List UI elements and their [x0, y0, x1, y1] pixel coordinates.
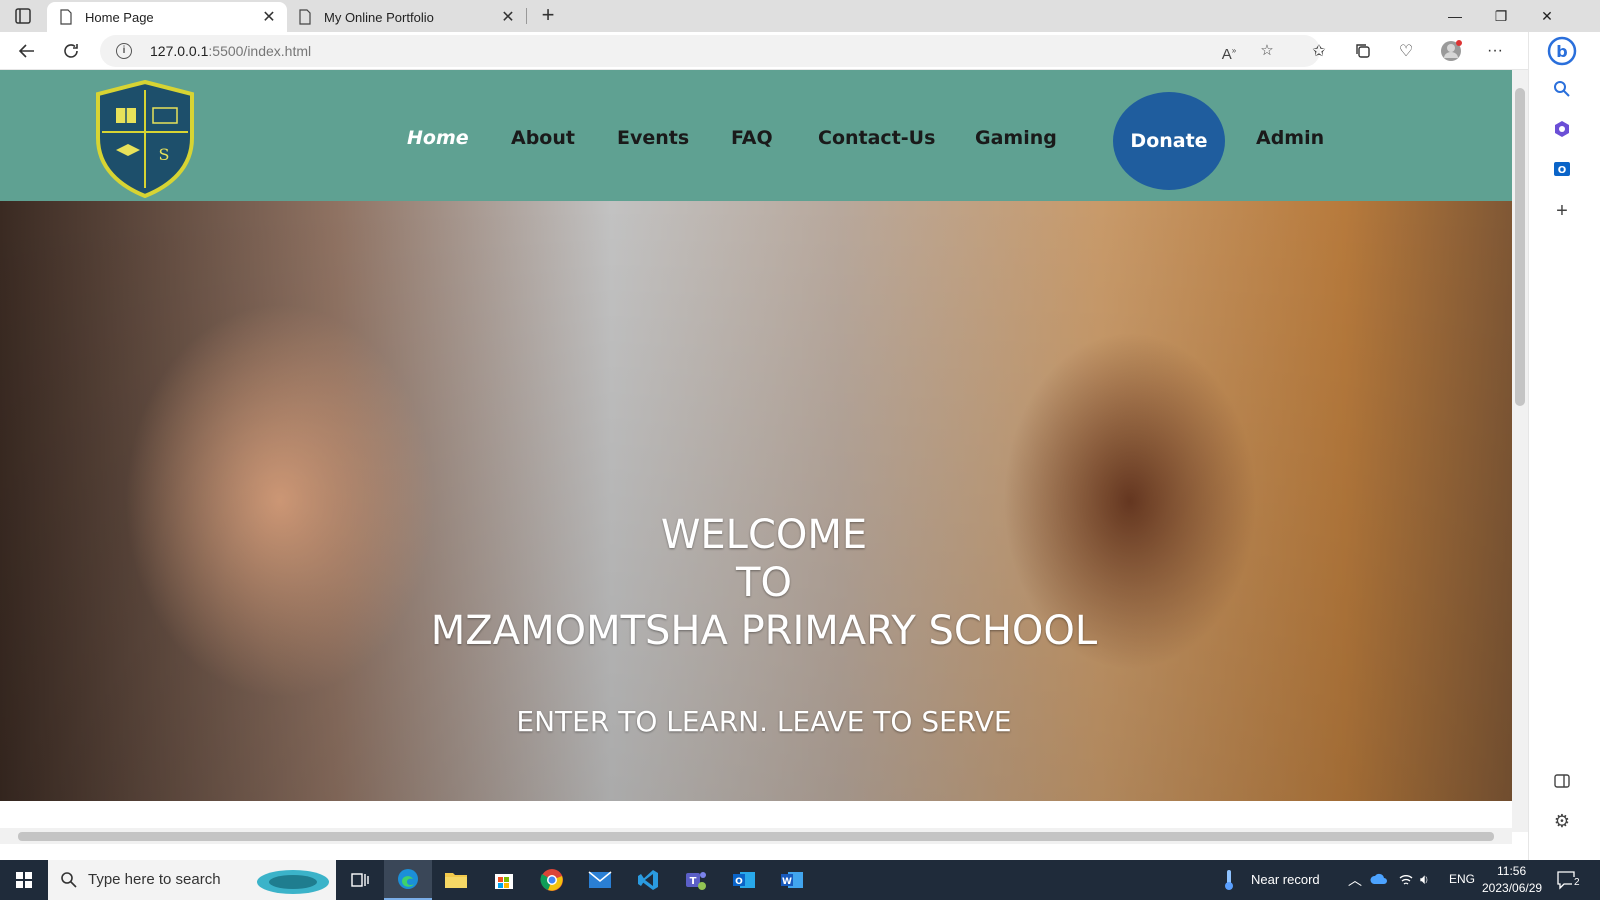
- bing-chat-icon[interactable]: b: [1547, 36, 1577, 66]
- tab-home-page[interactable]: Home Page ✕: [47, 2, 287, 32]
- outlook-taskbar-icon[interactable]: O: [720, 860, 768, 900]
- donate-button[interactable]: Donate: [1113, 92, 1225, 190]
- vertical-scrollbar[interactable]: [1512, 70, 1528, 832]
- chrome-icon[interactable]: [528, 860, 576, 900]
- browser-sidebar: b O + ⚙: [1528, 32, 1600, 860]
- microsoft-store-icon[interactable]: [480, 860, 528, 900]
- favorites-icon[interactable]: ✩: [1306, 38, 1332, 64]
- teams-icon[interactable]: T: [672, 860, 720, 900]
- browser-tab-bar: Home Page ✕ My Online Portfolio ✕ + — ❐ …: [0, 0, 1600, 32]
- nav-faq[interactable]: FAQ: [731, 127, 773, 149]
- office-icon[interactable]: [1547, 114, 1577, 144]
- mail-icon[interactable]: [576, 860, 624, 900]
- nav-contact-us[interactable]: Contact-Us: [818, 127, 935, 149]
- tab-my-online-portfolio[interactable]: My Online Portfolio ✕: [286, 2, 526, 32]
- collections-icon[interactable]: [1350, 38, 1376, 64]
- search-icon: [61, 872, 77, 888]
- add-sidebar-app-icon[interactable]: +: [1547, 196, 1577, 226]
- svg-text:W: W: [782, 877, 792, 887]
- page-icon: [60, 9, 72, 25]
- school-crest-logo[interactable]: S: [92, 80, 198, 198]
- more-options-icon[interactable]: ···: [1482, 38, 1508, 64]
- hero-tagline: ENTER TO LEARN. LEAVE TO SERVE: [516, 705, 1012, 738]
- sidebar-settings-gear-icon[interactable]: ⚙: [1547, 806, 1577, 836]
- word-icon[interactable]: W: [768, 860, 816, 900]
- tab-title: Home Page: [85, 9, 154, 25]
- hide-sidebar-icon[interactable]: [1547, 766, 1577, 796]
- page-icon: [299, 9, 311, 25]
- svg-text:O: O: [1558, 165, 1567, 176]
- taskbar-search-box[interactable]: Type here to search: [48, 860, 336, 900]
- clock-date[interactable]: 2023/06/29: [1482, 881, 1542, 895]
- notification-count-badge: 2: [1572, 877, 1582, 888]
- url-text[interactable]: 127.0.0.1:5500/index.html: [150, 43, 311, 59]
- network-wifi-icon[interactable]: [1398, 872, 1414, 888]
- hero-banner: WELCOME TO MZAMOMTSHA PRIMARY SCHOOL ENT…: [0, 201, 1528, 801]
- refresh-icon[interactable]: [58, 38, 84, 64]
- page-viewport: S Home About Events FAQ Contact-Us Gamin…: [0, 70, 1528, 844]
- search-icon[interactable]: [1547, 74, 1577, 104]
- edge-taskbar-icon[interactable]: [384, 860, 432, 900]
- windows-taskbar: Type here to search T O W Near record ︿ …: [0, 860, 1600, 900]
- svg-text:S: S: [159, 145, 170, 164]
- volume-icon[interactable]: 🔉︎: [1420, 871, 1429, 888]
- taskbar-search-placeholder: Type here to search: [88, 871, 221, 888]
- svg-text:O: O: [735, 877, 743, 887]
- horizontal-scroll-thumb[interactable]: [18, 832, 1494, 841]
- nav-about[interactable]: About: [511, 127, 575, 149]
- onedrive-icon[interactable]: [1370, 873, 1388, 885]
- clock-time[interactable]: 11:56: [1497, 864, 1526, 878]
- tab-divider: [526, 8, 527, 24]
- browser-toolbar: i 127.0.0.1:5500/index.html A» ☆ ✩ ♡ ···: [0, 32, 1600, 70]
- temperature-icon[interactable]: [1222, 868, 1236, 892]
- weather-status[interactable]: Near record: [1251, 872, 1320, 887]
- minimize-icon[interactable]: —: [1432, 0, 1478, 32]
- hero-line-welcome: WELCOME: [660, 512, 868, 558]
- site-header: S Home About Events FAQ Contact-Us Gamin…: [0, 70, 1528, 201]
- back-icon[interactable]: [14, 38, 40, 64]
- svg-text:T: T: [690, 876, 697, 887]
- file-explorer-icon[interactable]: [432, 860, 480, 900]
- tab-actions-icon[interactable]: [14, 7, 32, 25]
- search-highlight-image: [257, 870, 329, 894]
- hero-welcome-heading: WELCOME TO MZAMOMTSHA PRIMARY SCHOOL: [0, 511, 1528, 655]
- nav-gaming[interactable]: Gaming: [975, 127, 1057, 149]
- tab-title: My Online Portfolio: [324, 9, 434, 25]
- profile-avatar-icon[interactable]: [1438, 38, 1464, 64]
- vscode-icon[interactable]: [624, 860, 672, 900]
- nav-events[interactable]: Events: [617, 127, 689, 149]
- input-language[interactable]: ENG: [1449, 872, 1475, 886]
- close-tab-icon[interactable]: ✕: [500, 7, 516, 27]
- site-info-icon[interactable]: i: [116, 43, 132, 59]
- windows-start-icon[interactable]: [0, 860, 48, 900]
- nav-home[interactable]: Home: [407, 127, 469, 149]
- new-tab-icon[interactable]: +: [535, 3, 561, 29]
- nav-admin[interactable]: Admin: [1256, 127, 1324, 149]
- outlook-icon[interactable]: O: [1547, 154, 1577, 184]
- restore-icon[interactable]: ❐: [1478, 0, 1524, 32]
- close-window-icon[interactable]: ✕: [1524, 0, 1570, 32]
- address-bar[interactable]: i 127.0.0.1:5500/index.html A» ☆: [100, 35, 1320, 67]
- svg-text:b: b: [1556, 42, 1567, 61]
- vertical-scroll-thumb[interactable]: [1515, 88, 1525, 406]
- horizontal-scrollbar[interactable]: [0, 828, 1512, 844]
- hero-line-school-name: MZAMOMTSHA PRIMARY SCHOOL: [430, 608, 1098, 654]
- close-tab-icon[interactable]: ✕: [261, 7, 277, 27]
- hero-line-to: TO: [736, 560, 792, 606]
- read-aloud-icon[interactable]: A»: [1218, 40, 1240, 63]
- task-view-icon[interactable]: [336, 860, 384, 900]
- show-hidden-icons-chevron-icon[interactable]: ︿: [1348, 870, 1362, 890]
- browser-essentials-icon[interactable]: ♡: [1393, 38, 1419, 64]
- favorite-star-icon[interactable]: ☆: [1256, 40, 1278, 62]
